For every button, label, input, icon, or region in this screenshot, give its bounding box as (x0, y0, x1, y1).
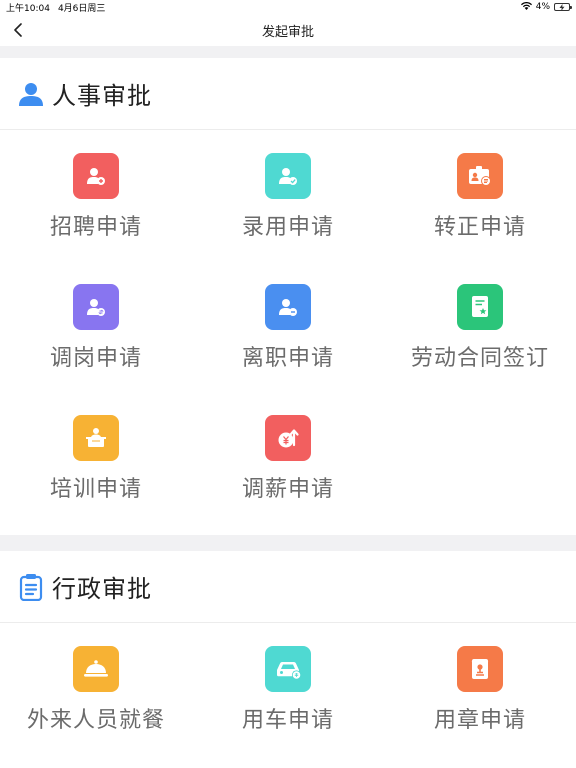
status-date: 4月6日周三 (57, 3, 106, 14)
tile-salary[interactable]: 调薪申请 (192, 393, 384, 524)
battery-icon (554, 3, 572, 11)
tile-label: 调岗申请 (49, 346, 142, 371)
tile-seal[interactable]: 用章申请 (384, 624, 576, 755)
back-button[interactable] (6, 18, 30, 42)
tile-label: 用章申请 (433, 708, 526, 733)
hr-approval-grid: 招聘申请 录用申请 转正申请 调岗申请 离职申请 劳动合同签订 培训申请 调薪申… (0, 131, 576, 535)
tile-label: 离职申请 (241, 346, 334, 371)
tile-recruit[interactable]: 招聘申请 (0, 131, 192, 262)
tile-transfer[interactable]: 调岗申请 (0, 262, 192, 393)
tile-dining[interactable]: 外来人员就餐 (0, 624, 192, 755)
wifi-icon (520, 1, 532, 13)
admin-approval-grid: 外来人员就餐 用车申请 用章申请 (0, 624, 576, 768)
tile-label: 用车申请 (241, 708, 334, 733)
tile-regularization[interactable]: 转正申请 (384, 131, 576, 262)
tile-training[interactable]: 培训申请 (0, 393, 192, 524)
hire-icon (265, 153, 311, 199)
section-divider (0, 46, 576, 58)
tile-contract[interactable]: 劳动合同签订 (384, 262, 576, 393)
regularization-icon (457, 153, 503, 199)
tile-label: 招聘申请 (49, 215, 142, 240)
section-title: 人事审批 (52, 82, 152, 110)
section-divider (0, 535, 576, 551)
navigation-bar: 发起审批 (0, 14, 576, 46)
page-title: 发起审批 (261, 24, 314, 40)
contract-icon (457, 284, 503, 330)
section-header-admin: 行政审批 (0, 551, 576, 623)
tile-label: 劳动合同签订 (410, 346, 549, 371)
person-icon (18, 80, 44, 108)
salary-icon (265, 415, 311, 461)
section-title: 行政审批 (52, 575, 152, 603)
tile-resign[interactable]: 离职申请 (192, 262, 384, 393)
tile-car[interactable]: 用车申请 (192, 624, 384, 755)
resign-icon (265, 284, 311, 330)
tile-hire[interactable]: 录用申请 (192, 131, 384, 262)
dining-icon (73, 646, 119, 692)
training-icon (73, 415, 119, 461)
status-time: 上午10:04 (6, 3, 50, 14)
status-bar: 上午10:04 4月6日周三 4% (0, 0, 576, 14)
recruit-icon (73, 153, 119, 199)
tile-label: 培训申请 (49, 477, 142, 502)
chevron-left-icon (14, 23, 22, 37)
tile-label: 转正申请 (433, 215, 526, 240)
section-header-hr: 人事审批 (0, 58, 576, 130)
tile-label: 录用申请 (241, 215, 334, 240)
battery-percent: 4% (535, 2, 550, 12)
tile-label: 外来人员就餐 (26, 708, 165, 733)
transfer-icon (73, 284, 119, 330)
car-icon (265, 646, 311, 692)
clipboard-icon (18, 573, 44, 601)
tile-label: 调薪申请 (241, 477, 334, 502)
seal-icon (457, 646, 503, 692)
